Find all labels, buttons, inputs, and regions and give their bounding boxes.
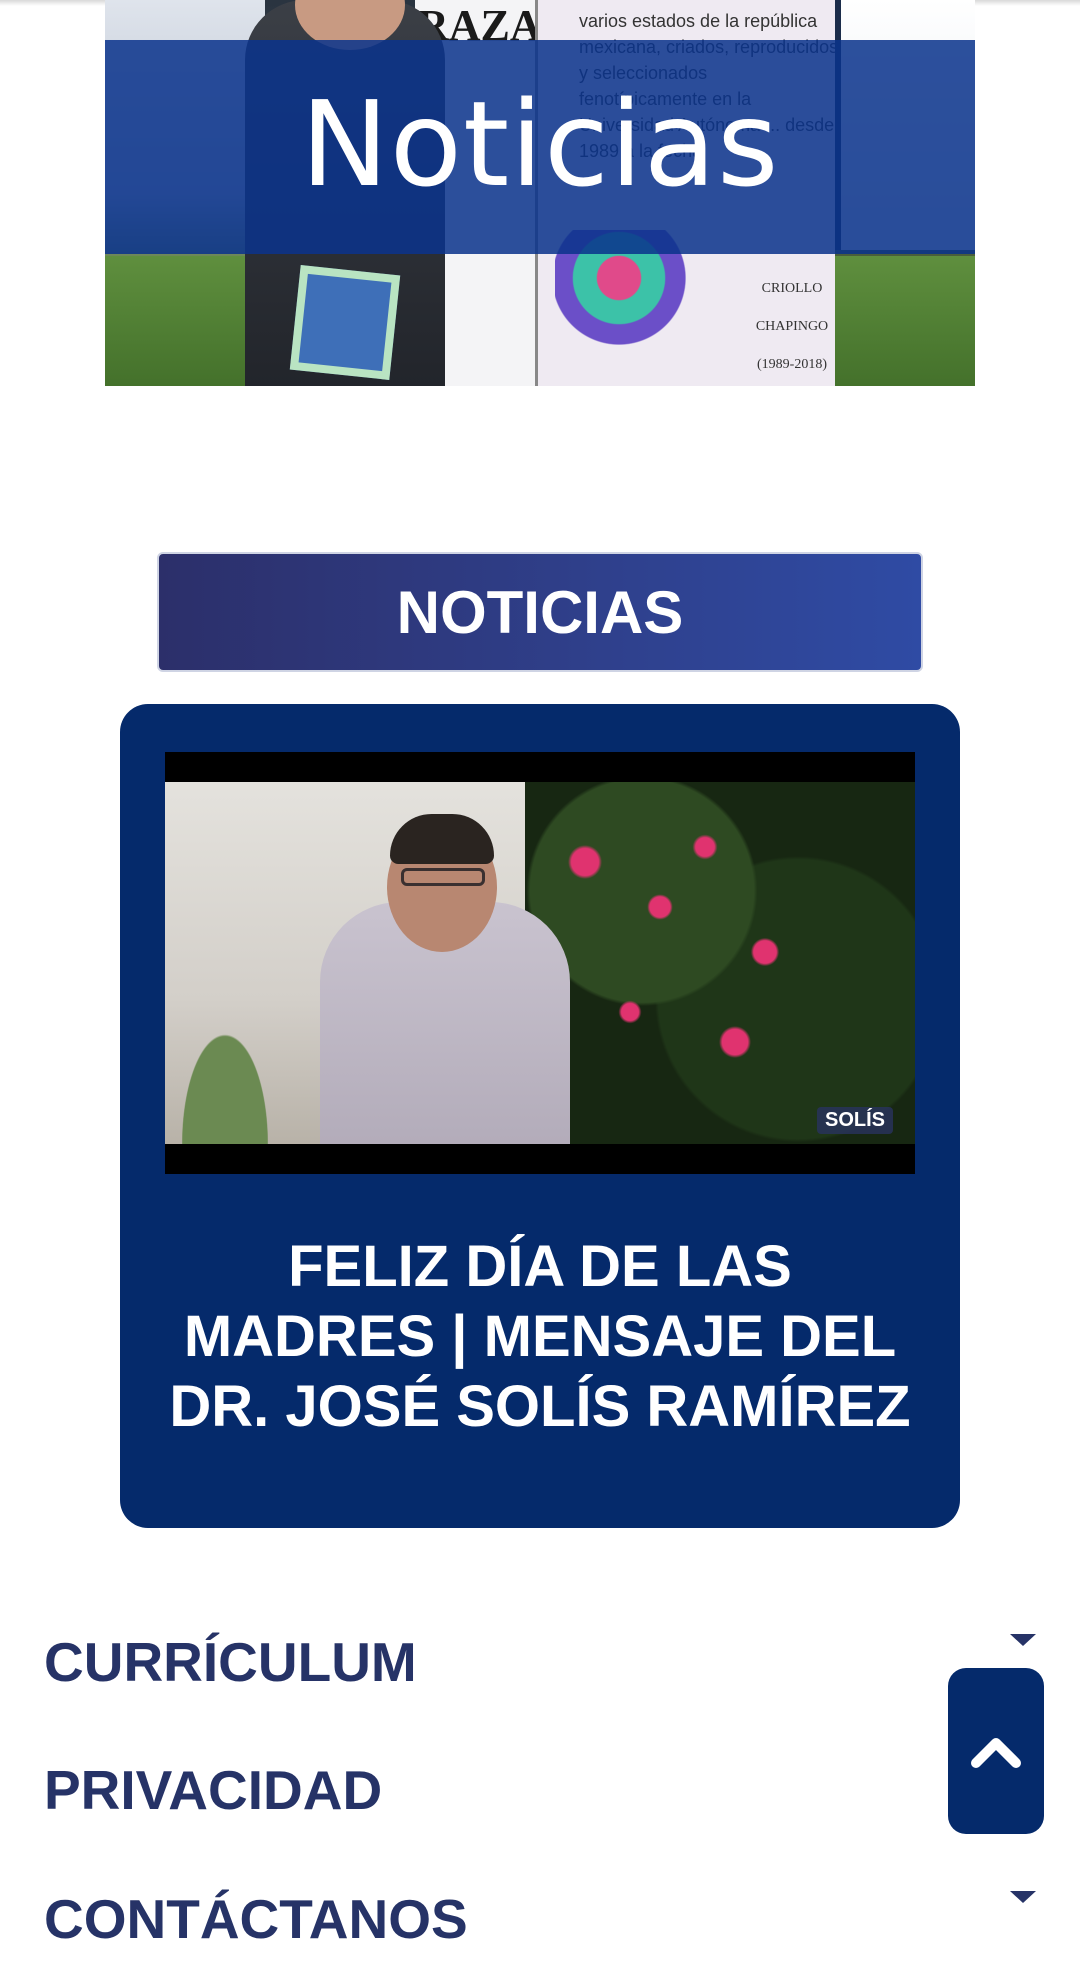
scroll-to-top-button[interactable] bbox=[948, 1668, 1044, 1834]
hero-poster-label: CRIOLLO bbox=[761, 281, 823, 296]
footer-link-curriculum[interactable]: CURRÍCULUM bbox=[44, 1630, 417, 1694]
hero-folder bbox=[289, 265, 401, 380]
noticias-section-button[interactable]: NOTICIAS bbox=[157, 552, 923, 672]
page-title: Noticias bbox=[300, 75, 780, 213]
news-title[interactable]: FELIZ DÍA DE LAS MADRES | MENSAJE DEL DR… bbox=[160, 1232, 920, 1442]
video-watermark-badge: SOLÍS bbox=[816, 1107, 893, 1134]
caret-down-icon[interactable] bbox=[1010, 1634, 1036, 1646]
hero-title-band: Noticias bbox=[105, 40, 975, 254]
video-person-glasses bbox=[401, 868, 485, 886]
hero-poster-label: (1989-2018) bbox=[757, 357, 827, 372]
noticias-section-label: NOTICIAS bbox=[396, 578, 684, 646]
hero-poster-labels: CRIOLLO CHAPINGO (1989-2018) bbox=[737, 270, 847, 384]
page: RAZA varios estados de la república mexi… bbox=[0, 0, 1080, 1974]
chevron-up-icon bbox=[971, 1738, 1021, 1768]
video-player[interactable]: SOLÍS bbox=[165, 752, 915, 1174]
news-card[interactable]: SOLÍS FELIZ DÍA DE LAS MADRES | MENSAJE … bbox=[120, 704, 960, 1528]
video-agave bbox=[165, 992, 285, 1144]
video-flowers bbox=[525, 802, 825, 1102]
video-thumbnail bbox=[165, 782, 915, 1144]
hero-poster-label: CHAPINGO bbox=[755, 319, 829, 334]
footer-link-privacidad[interactable]: PRIVACIDAD bbox=[44, 1758, 382, 1822]
caret-down-icon[interactable] bbox=[1010, 1891, 1036, 1903]
footer-link-contactanos[interactable]: CONTÁCTANOS bbox=[44, 1887, 468, 1951]
